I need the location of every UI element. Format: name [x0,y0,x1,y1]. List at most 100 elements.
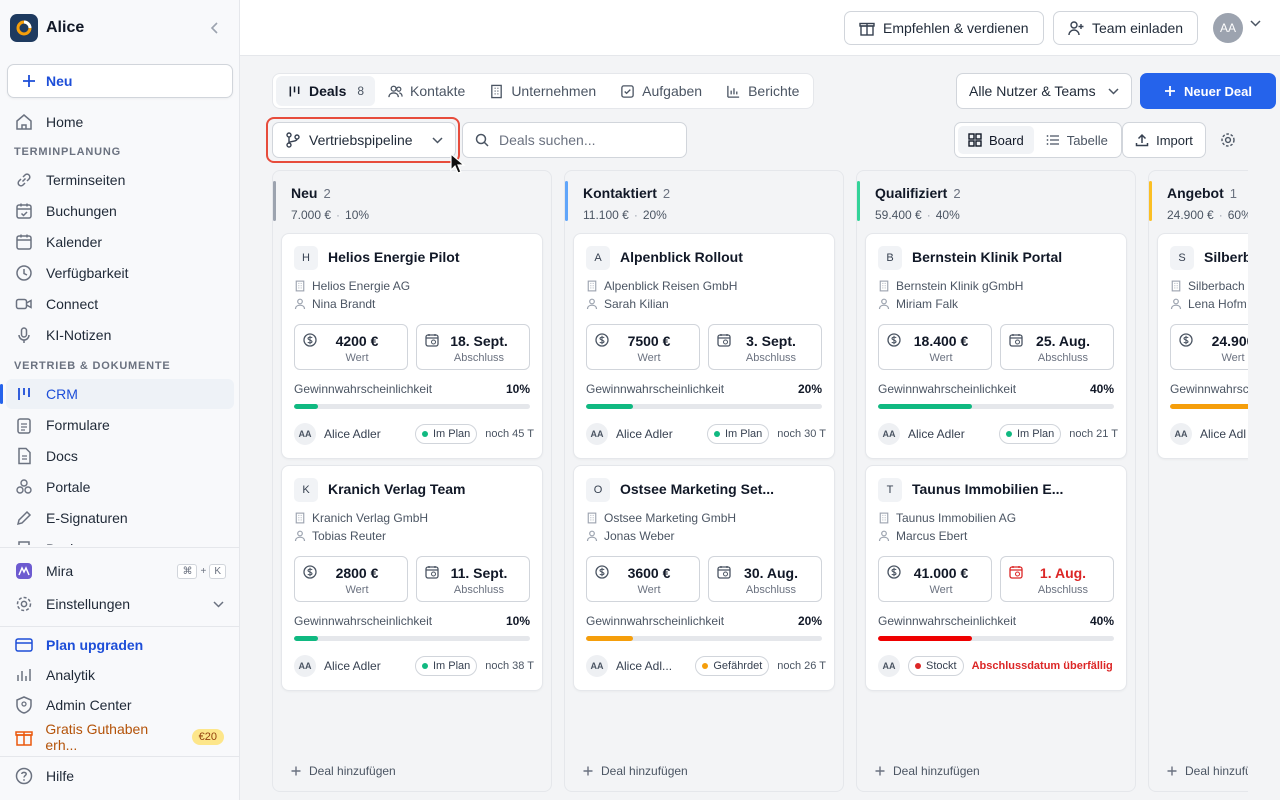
sidebar-item-buchungen[interactable]: Buchungen [6,196,234,226]
owner-name: Alice Adler [908,427,965,441]
add-deal-button[interactable]: Deal hinzufügen [583,764,688,778]
deal-card[interactable]: T Taunus Immobilien E... Taunus Immobili… [865,465,1127,691]
view-table-button[interactable]: Tabelle [1036,126,1118,154]
probability-value: 40% [1089,382,1114,396]
deal-close-box: 30. Aug. Abschluss [708,556,822,602]
search-input[interactable] [499,132,669,148]
deal-card[interactable]: O Ostsee Marketing Set... Ostsee Marketi… [573,465,835,691]
sidebar-item-upgrade[interactable]: Plan upgraden [6,630,234,660]
probability-fill [878,636,973,641]
status-badge: Im Plan [706,424,770,444]
add-deal-button[interactable]: Deal hinzufügen [1167,764,1248,778]
deal-value: 7500 € [627,333,671,349]
deal-search[interactable] [462,122,687,158]
deal-footer: AA Stockt Abschlussdatum überfällig [878,655,1118,677]
column-count: 2 [662,186,671,201]
column-header: Neu 2 7.000 € · 10% [273,171,551,227]
sidebar-item-buchungen[interactable]: Buchungen [6,534,234,545]
clock-icon [14,263,34,283]
sidebar-item-analytics[interactable]: Analytik [6,660,234,690]
bar-chart-icon [726,84,741,99]
deal-value-box: 2800 € Wert [294,556,408,602]
gift-icon [859,22,875,36]
sidebar-item-label: Connect [46,296,99,312]
tab-aufgaben[interactable]: Aufgaben [609,76,713,106]
deal-contact: Nina Brandt [294,297,375,311]
owner-avatar: AA [294,655,316,677]
view-board-button[interactable]: Board [958,126,1034,154]
sidebar-item-help[interactable]: Hilfe [6,761,234,791]
tab-berichte[interactable]: Berichte [715,76,810,106]
sidebar-item-label: Plan upgraden [46,637,144,653]
checkbox-icon [620,84,635,99]
deal-title: Helios Energie Pilot [328,249,460,265]
deal-close-label: Abschluss [453,584,505,596]
sidebar-item-settings[interactable]: Einstellungen [6,589,234,619]
deal-initial: A [586,246,610,270]
users-filter-select[interactable]: Alle Nutzer & Teams [956,73,1132,109]
invite-team-button[interactable]: Team einladen [1053,11,1199,45]
owner-avatar: AA [1170,423,1192,445]
sidebar-item-portale[interactable]: Portale [6,472,234,502]
upload-icon [1135,133,1149,147]
sidebar-item-docs[interactable]: Docs [6,441,234,471]
sidebar-item-e-signaturen[interactable]: E-Signaturen [6,503,234,533]
probability-label: Gewinnwahrscheinlichkeit [294,614,433,628]
deal-card[interactable]: H Helios Energie Pilot Helios Energie AG… [281,233,543,459]
deal-contact: Marcus Ebert [878,529,967,543]
deal-card[interactable]: A Alpenblick Rollout Alpenblick Reisen G… [573,233,835,459]
help-icon [14,766,34,786]
tab-unternehmen[interactable]: Unternehmen [478,76,607,106]
plus-icon [1167,766,1177,776]
sidebar-item-home[interactable]: Home [6,107,234,137]
new-deal-button[interactable]: Neuer Deal [1140,73,1276,109]
view-table-label: Tabelle [1066,132,1108,148]
status-badge: Gefährdet [695,656,770,676]
refer-button[interactable]: Empfehlen & verdienen [844,11,1044,45]
deal-value-box: 3600 € Wert [586,556,700,602]
sidebar-item-terminseiten[interactable]: Terminseiten [6,165,234,195]
main-content: Deals 8 Kontakte Unternehmen Aufgaben Bericht… [240,56,1280,800]
sidebar-item-connect[interactable]: Connect [6,289,234,319]
video-icon [14,294,34,314]
tab-deals[interactable]: Deals 8 [276,76,376,106]
pen-icon [14,508,34,528]
sidebar-item-formulare[interactable]: Formulare [6,410,234,440]
building-icon [587,280,597,292]
sidebar-item-kalender[interactable]: Kalender [6,227,234,257]
tab-label: Deals [309,83,347,99]
clipboard-icon [14,415,34,435]
deal-value: 2800 € [335,565,379,581]
sidebar-item-verfügbarkeit[interactable]: Verfügbarkeit [6,258,234,288]
deal-card[interactable]: S Silberbach Silberbach Lena Hofm 24.900… [1157,233,1248,459]
chevron-down-icon[interactable] [1250,20,1261,27]
probability-label: Gewinnwahrscheinlichkeit [878,382,1017,396]
pipeline-select[interactable]: Vertriebspipeline [272,122,456,158]
deal-company: Taunus Immobilien AG [878,511,1016,525]
probability-bar [1170,404,1248,409]
invite-label: Team einladen [1092,20,1184,36]
deal-card[interactable]: B Bernstein Klinik Portal Bernstein Klin… [865,233,1127,459]
owner-name: Alice Adler [324,427,381,441]
probability-bar [294,404,530,409]
sidebar-item-mira[interactable]: Mira ⌘ + K [6,556,234,586]
board-settings-gear-icon[interactable] [1220,132,1236,148]
deal-initial: K [294,478,318,502]
sidebar-item-crm[interactable]: CRM [6,379,234,409]
sidebar-divider [0,626,240,627]
add-deal-button[interactable]: Deal hinzufügen [875,764,980,778]
deal-close-box: 18. Sept. Abschluss [416,324,530,370]
sidebar-item-admin[interactable]: Admin Center [6,690,234,720]
import-button[interactable]: Import [1122,122,1206,158]
deal-close-label: Abschluss [1037,352,1089,364]
tab-kontakte[interactable]: Kontakte [377,76,476,106]
chevron-down-icon [213,600,224,608]
home-icon [14,112,34,132]
sidebar-item-ki-notizen[interactable]: KI-Notizen [6,320,234,350]
sidebar-item-label: Einstellungen [46,596,131,612]
sidebar-item-credit[interactable]: Gratis Guthaben erh... €20 [6,721,234,753]
user-avatar[interactable]: AA [1213,13,1243,43]
user-icon [1170,298,1182,310]
deal-card[interactable]: K Kranich Verlag Team Kranich Verlag Gmb… [281,465,543,691]
add-deal-button[interactable]: Deal hinzufügen [291,764,396,778]
